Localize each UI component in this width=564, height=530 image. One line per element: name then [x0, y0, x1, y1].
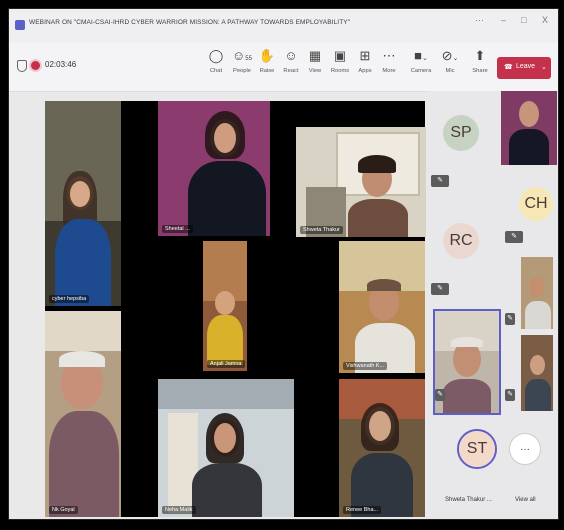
video-tile[interactable]: Nk Goyal: [45, 311, 121, 517]
participant-avatar[interactable]: ST: [457, 429, 497, 469]
hand-icon: ✋: [258, 48, 276, 63]
video-tile[interactable]: Sheetal ...: [158, 101, 270, 236]
participant-video-thumbnail[interactable]: [521, 257, 553, 329]
people-icon: ☺55: [232, 48, 252, 63]
participant-name: Sheetal ...: [162, 225, 193, 233]
participant-name: Renee Bha...: [343, 506, 382, 514]
mic-off-icon: ⊘⌄: [441, 48, 459, 63]
video-tile[interactable]: Neha Malik: [158, 379, 294, 517]
self-video-thumbnail[interactable]: [501, 91, 557, 165]
more-button[interactable]: ⋯ More: [376, 48, 402, 74]
mic-muted-badge: ✎: [505, 313, 515, 325]
participant-name: Anjali Jamna: [207, 360, 245, 368]
share-icon: ⬆: [474, 48, 486, 63]
plus-icon: ⊞: [359, 48, 371, 63]
recording-indicator-icon: [31, 61, 40, 70]
mic-muted-badge: ✎: [431, 175, 449, 187]
raise-hand-button[interactable]: ✋ Raise: [254, 48, 280, 74]
leave-button[interactable]: ☎ Leave ⌄: [497, 57, 551, 79]
mic-button[interactable]: ⊘⌄ Mic: [437, 48, 463, 74]
minimize-button[interactable]: –: [501, 15, 506, 25]
participant-name: Vishwanath K...: [343, 362, 388, 370]
participant-video-thumbnail[interactable]: [521, 335, 553, 411]
chat-button[interactable]: ◯ Chat: [203, 48, 229, 74]
participant-name: Nk Goyal: [49, 506, 78, 514]
close-button[interactable]: X: [542, 15, 548, 25]
participant-name: Shweta Thakur ...: [445, 497, 492, 503]
camera-icon: ■⌄: [414, 48, 428, 63]
people-count-badge: 55: [245, 56, 252, 62]
video-stage: cyber hepsiba Sheetal ... Shweta Thakur …: [45, 101, 426, 517]
rooms-icon: ▣: [333, 48, 347, 63]
maximize-button[interactable]: □: [521, 15, 526, 25]
video-tile[interactable]: Vishwanath K...: [339, 241, 425, 373]
view-all-button[interactable]: ···: [509, 433, 541, 465]
video-tile[interactable]: Anjali Jamna: [203, 241, 247, 371]
video-tile[interactable]: cyber hepsiba: [45, 101, 121, 306]
more-icon: ⋯: [382, 48, 396, 63]
view-button[interactable]: ▦ View: [302, 48, 328, 74]
window-more-button[interactable]: ···: [475, 15, 484, 25]
teams-app-icon: [15, 20, 25, 30]
people-button[interactable]: ☺55 People: [229, 48, 255, 74]
mic-muted-badge: ✎: [431, 283, 449, 295]
participant-name: Shweta Thakur: [300, 226, 343, 234]
meeting-title: WEBINAR ON "CMAI-CSAI-IHRD CYBER WARRIOR…: [29, 19, 351, 26]
apps-button[interactable]: ⊞ Apps: [352, 48, 378, 74]
mic-muted-badge: ✎: [435, 389, 445, 401]
chevron-down-icon: ⌄: [541, 64, 547, 71]
more-icon: ···: [520, 443, 530, 455]
react-button[interactable]: ☺ React: [278, 48, 304, 74]
meeting-toolbar: 02:03:46 ◯ Chat ☺55 People ✋ Raise ☺ Rea…: [9, 43, 558, 92]
title-bar: WEBINAR ON "CMAI-CSAI-IHRD CYBER WARRIOR…: [9, 9, 558, 44]
shield-icon: [17, 60, 27, 72]
grid-icon: ▦: [308, 48, 322, 63]
video-tile[interactable]: Shweta Thakur: [296, 127, 426, 237]
meeting-timer: 02:03:46: [45, 60, 77, 69]
smile-icon: ☺: [284, 48, 298, 63]
teams-meeting-window: WEBINAR ON "CMAI-CSAI-IHRD CYBER WARRIOR…: [8, 8, 559, 520]
participant-name: cyber hepsiba: [49, 295, 90, 303]
mic-muted-badge: ✎: [505, 231, 523, 243]
participant-name: Neha Malik: [162, 506, 196, 514]
camera-button[interactable]: ■⌄ Camera: [408, 48, 434, 74]
participant-avatar[interactable]: SP: [443, 115, 479, 151]
chat-icon: ◯: [208, 48, 224, 63]
video-tile[interactable]: Renee Bha...: [339, 379, 425, 517]
mic-muted-badge: ✎: [505, 389, 515, 401]
participant-avatar[interactable]: CH: [519, 187, 553, 221]
participant-sidebar: SP ✎ CH ✎ RC ✎ ✎ ✎ ✎ ST Shweta Thakur ..…: [427, 91, 558, 519]
participant-avatar[interactable]: RC: [443, 223, 479, 259]
share-button[interactable]: ⬆ Share: [467, 48, 493, 74]
rooms-button[interactable]: ▣ Rooms: [327, 48, 353, 74]
phone-icon: ☎: [504, 64, 513, 71]
view-all-label: View all: [515, 497, 536, 503]
